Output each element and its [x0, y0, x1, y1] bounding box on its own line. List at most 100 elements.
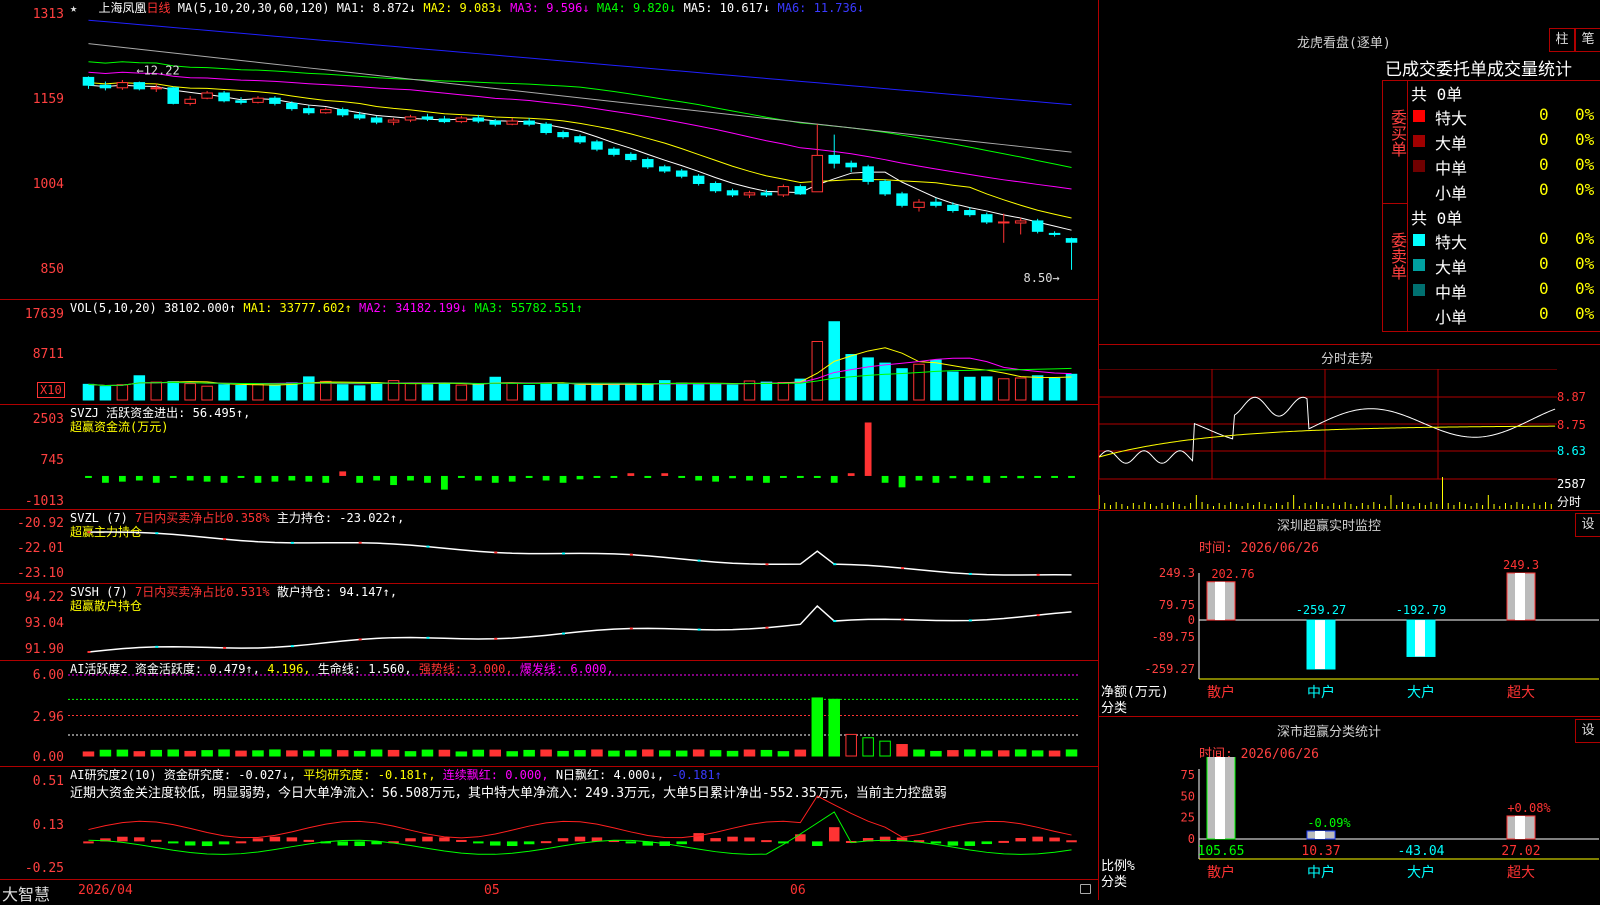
- activity-bar: [964, 749, 976, 757]
- lhb-table: 委买单 共 0单 特大 0 0% 大单 0 0% 中单 0 0% 小单 0 0% 委卖单 共 0单 特…: [1382, 80, 1600, 332]
- research-bar: [557, 838, 569, 842]
- fund-flow-bar: [220, 475, 228, 483]
- fund-flow-bar: [847, 473, 855, 476]
- fund-flow-bar: [627, 473, 635, 476]
- stats-settings-button[interactable]: 设: [1575, 719, 1600, 743]
- activity-bar: [913, 749, 925, 757]
- candle-body: [828, 154, 840, 164]
- sell-side-label: 委卖单: [1388, 232, 1407, 280]
- research-bar: [710, 838, 721, 842]
- monitor-panel[interactable]: 深圳超赢实时监控 设 时间: 2026/06/26 净额(万元) 分类 249.…: [1098, 511, 1600, 717]
- activity-bar: [472, 749, 485, 757]
- svsh-tick-1: 94.22: [24, 590, 64, 605]
- activity-bar: [743, 749, 756, 757]
- row-percent: 0%: [1575, 254, 1595, 273]
- volume-pane[interactable]: VOL(5,10,20) 38102.000↑ MA1: 33777.602↑ …: [0, 300, 1098, 405]
- fund-flow-bar: [898, 475, 906, 488]
- price-chart[interactable]: ←12.22 8.50→: [68, 0, 1098, 299]
- lock-icon[interactable]: [1080, 884, 1091, 894]
- stats-y-tick: 0: [1188, 832, 1195, 846]
- research-bar: [1066, 840, 1077, 843]
- lhb-panel[interactable]: 龙虎看盘(逐单) 柱 笔 已成交委托单成交量统计 委买单 共 0单 特大 0 0% 大…: [1098, 0, 1600, 345]
- research-bar: [625, 841, 637, 844]
- price-tick-2: 1159: [32, 92, 64, 107]
- fund-flow-bar: [830, 475, 838, 483]
- sell-total: 共 0单: [1411, 209, 1463, 228]
- svsh-svg-dot: [87, 651, 91, 653]
- volume-bar: [591, 383, 603, 401]
- monitor-settings-button[interactable]: 设: [1575, 513, 1600, 537]
- row-percent: 0%: [1575, 229, 1595, 248]
- stats-chart[interactable]: 75 50 25 0105.65 散户 -0.09% 10.37 中户 -43.04 大户 +0.0…: [1099, 757, 1600, 900]
- activity-bar: [862, 737, 874, 757]
- price-tick-3: 1004: [32, 177, 64, 192]
- buy-side-label: 委买单: [1388, 109, 1407, 157]
- stats-value-label: 105.65: [1198, 844, 1245, 859]
- low-label: 8.50→: [1024, 271, 1060, 285]
- svzl-chart[interactable]: [68, 510, 1098, 583]
- ai-research-chart[interactable]: [68, 767, 1098, 879]
- stats-bar-highlight: [1515, 815, 1525, 839]
- svzl-svg-dot: [290, 541, 294, 544]
- svzj-chart[interactable]: [68, 405, 1098, 509]
- fenshi-panel[interactable]: 分时走势 8.87 8.75 8.63 2587 分时: [1098, 345, 1600, 511]
- volume-chart[interactable]: [68, 300, 1098, 404]
- tick-mode-button[interactable]: 笔: [1575, 28, 1600, 52]
- activity-bar: [675, 750, 688, 757]
- candle-body: [591, 141, 603, 150]
- fenshi-tick-1: 8.87: [1557, 390, 1586, 404]
- research-bar: [151, 839, 162, 842]
- svsh-pane[interactable]: SVSH (7) 7日内买卖净占比0.531% 散户持仓: 94.147↑, 超…: [0, 584, 1098, 661]
- volume-bar: [489, 376, 502, 401]
- stats-panel[interactable]: 深市超赢分类统计 设 时间: 2026/06/26 比例% 分类 75 50 25 0…: [1098, 717, 1600, 900]
- activity-bar: [370, 749, 383, 757]
- activity-bar: [303, 750, 315, 757]
- stats-y-tick: 25: [1181, 811, 1195, 825]
- candle-body: [726, 190, 739, 196]
- buy-total: 共 0单: [1411, 85, 1463, 104]
- activity-bar: [336, 750, 349, 757]
- activity-bar: [760, 749, 773, 757]
- ai-activity-pane[interactable]: AI活跃度2 资金活跃度: 0.479↑, 4.196, 生命线: 1.560,…: [0, 661, 1098, 767]
- row-label: 特大: [1435, 109, 1468, 128]
- volume-bar: [625, 383, 637, 401]
- volume-bar: [116, 384, 129, 401]
- svzl-svg-dot: [968, 572, 972, 575]
- fund-flow-bar: [424, 475, 431, 483]
- fund-flow-bar: [102, 475, 109, 483]
- candle-body: [1048, 232, 1061, 235]
- research-bar: [201, 841, 213, 847]
- price-pane[interactable]: ★ 上海凤凰日线 MA(5,10,20,30,60,120) MA1: 8.87…: [0, 0, 1098, 300]
- volume-bar: [760, 381, 773, 401]
- ai2-tick-1: 0.51: [32, 774, 64, 789]
- volume-bar: [167, 381, 179, 401]
- volume-bar: [269, 384, 281, 401]
- fenshi-chart[interactable]: [1099, 369, 1557, 509]
- monitor-chart[interactable]: 249.3 79.750 -89.75 -259.27 202.76 散户 -259.27 中…: [1099, 551, 1600, 716]
- svzl-svg-dot: [494, 551, 498, 554]
- candle-body: [286, 102, 298, 110]
- svzj-pane[interactable]: SVZJ 活跃资金进出: 56.495↑, 超赢资金流(万元) 2503 745…: [0, 405, 1098, 510]
- lhb-title: 龙虎看盘(逐单): [1297, 36, 1391, 51]
- fund-flow-bar: [881, 475, 889, 483]
- activity-bar: [438, 749, 451, 757]
- activity-bar: [777, 751, 790, 757]
- row-label: 小单: [1435, 308, 1468, 327]
- activity-bar: [896, 744, 908, 757]
- bar-mode-button[interactable]: 柱: [1549, 28, 1575, 52]
- monitor-bar-highlight: [1415, 620, 1425, 657]
- candle-body: [811, 154, 824, 193]
- ai-activity-chart[interactable]: [68, 661, 1098, 766]
- svsh-chart[interactable]: [68, 584, 1098, 660]
- svzl-svg-dot: [901, 567, 905, 570]
- ai-research-pane[interactable]: AI研究度2(10) 资金研究度: -0.027↓, 平均研究度: -0.181…: [0, 767, 1098, 880]
- monitor-y-tick: -89.75: [1152, 630, 1195, 644]
- activity-bar: [828, 698, 840, 757]
- color-swatch-icon: [1413, 309, 1425, 321]
- fund-flow-bar: [712, 475, 719, 482]
- svzl-pane[interactable]: SVZL (7) 7日内买卖净占比0.358% 主力持仓: -23.022↑, …: [0, 510, 1098, 584]
- svzl-svg-dot: [155, 532, 159, 535]
- volume-bar: [133, 375, 146, 401]
- candle-body: [743, 192, 756, 196]
- activity-bar: [235, 750, 247, 757]
